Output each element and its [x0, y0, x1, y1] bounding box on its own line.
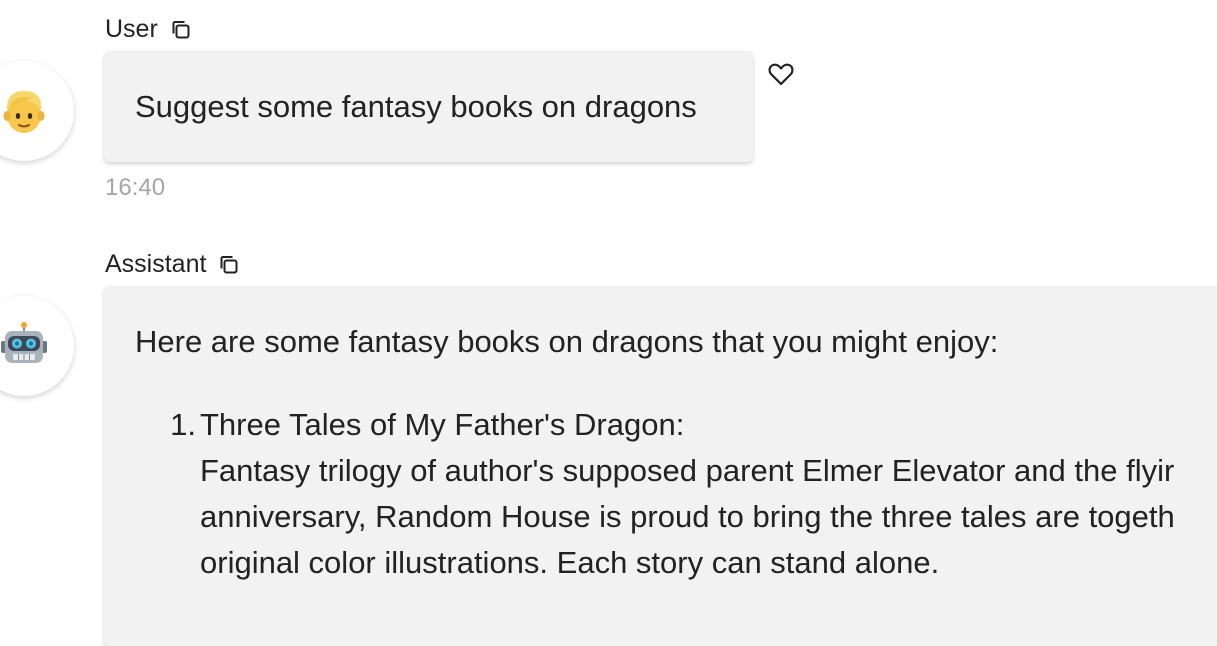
user-role-text: User	[105, 15, 158, 43]
assistant-role-label: Assistant	[105, 252, 240, 277]
list-item-number: 1.	[170, 407, 196, 442]
robot-icon	[1, 322, 47, 363]
user-avatar	[0, 61, 74, 161]
user-message-timestamp: 16:40	[105, 174, 166, 201]
user-role-label: User	[105, 17, 192, 42]
user-message-text: Suggest some fantasy books on dragons	[135, 88, 697, 124]
person-blond-hair-icon	[3, 90, 45, 133]
copy-icon[interactable]	[218, 254, 240, 276]
assistant-message-bubble: Here are some fantasy books on dragons t…	[104, 286, 1217, 646]
list-item-body: Three Tales of My Father's Dragon: Fanta…	[200, 402, 1175, 586]
list-item-line: original color illustrations. Each story…	[200, 545, 940, 580]
copy-icon[interactable]	[170, 19, 192, 41]
heart-icon[interactable]	[766, 59, 796, 89]
user-message-bubble: Suggest some fantasy books on dragons	[104, 51, 753, 162]
list-item-line: anniversary, Random House is proud to br…	[200, 499, 1175, 534]
assistant-role-text: Assistant	[105, 250, 207, 278]
list-item-line: Fantasy trilogy of author's supposed par…	[200, 453, 1175, 488]
assistant-avatar	[0, 296, 74, 396]
list-item-title: Three Tales of My Father's Dragon:	[200, 407, 685, 442]
assistant-intro-text: Here are some fantasy books on dragons t…	[135, 324, 999, 359]
